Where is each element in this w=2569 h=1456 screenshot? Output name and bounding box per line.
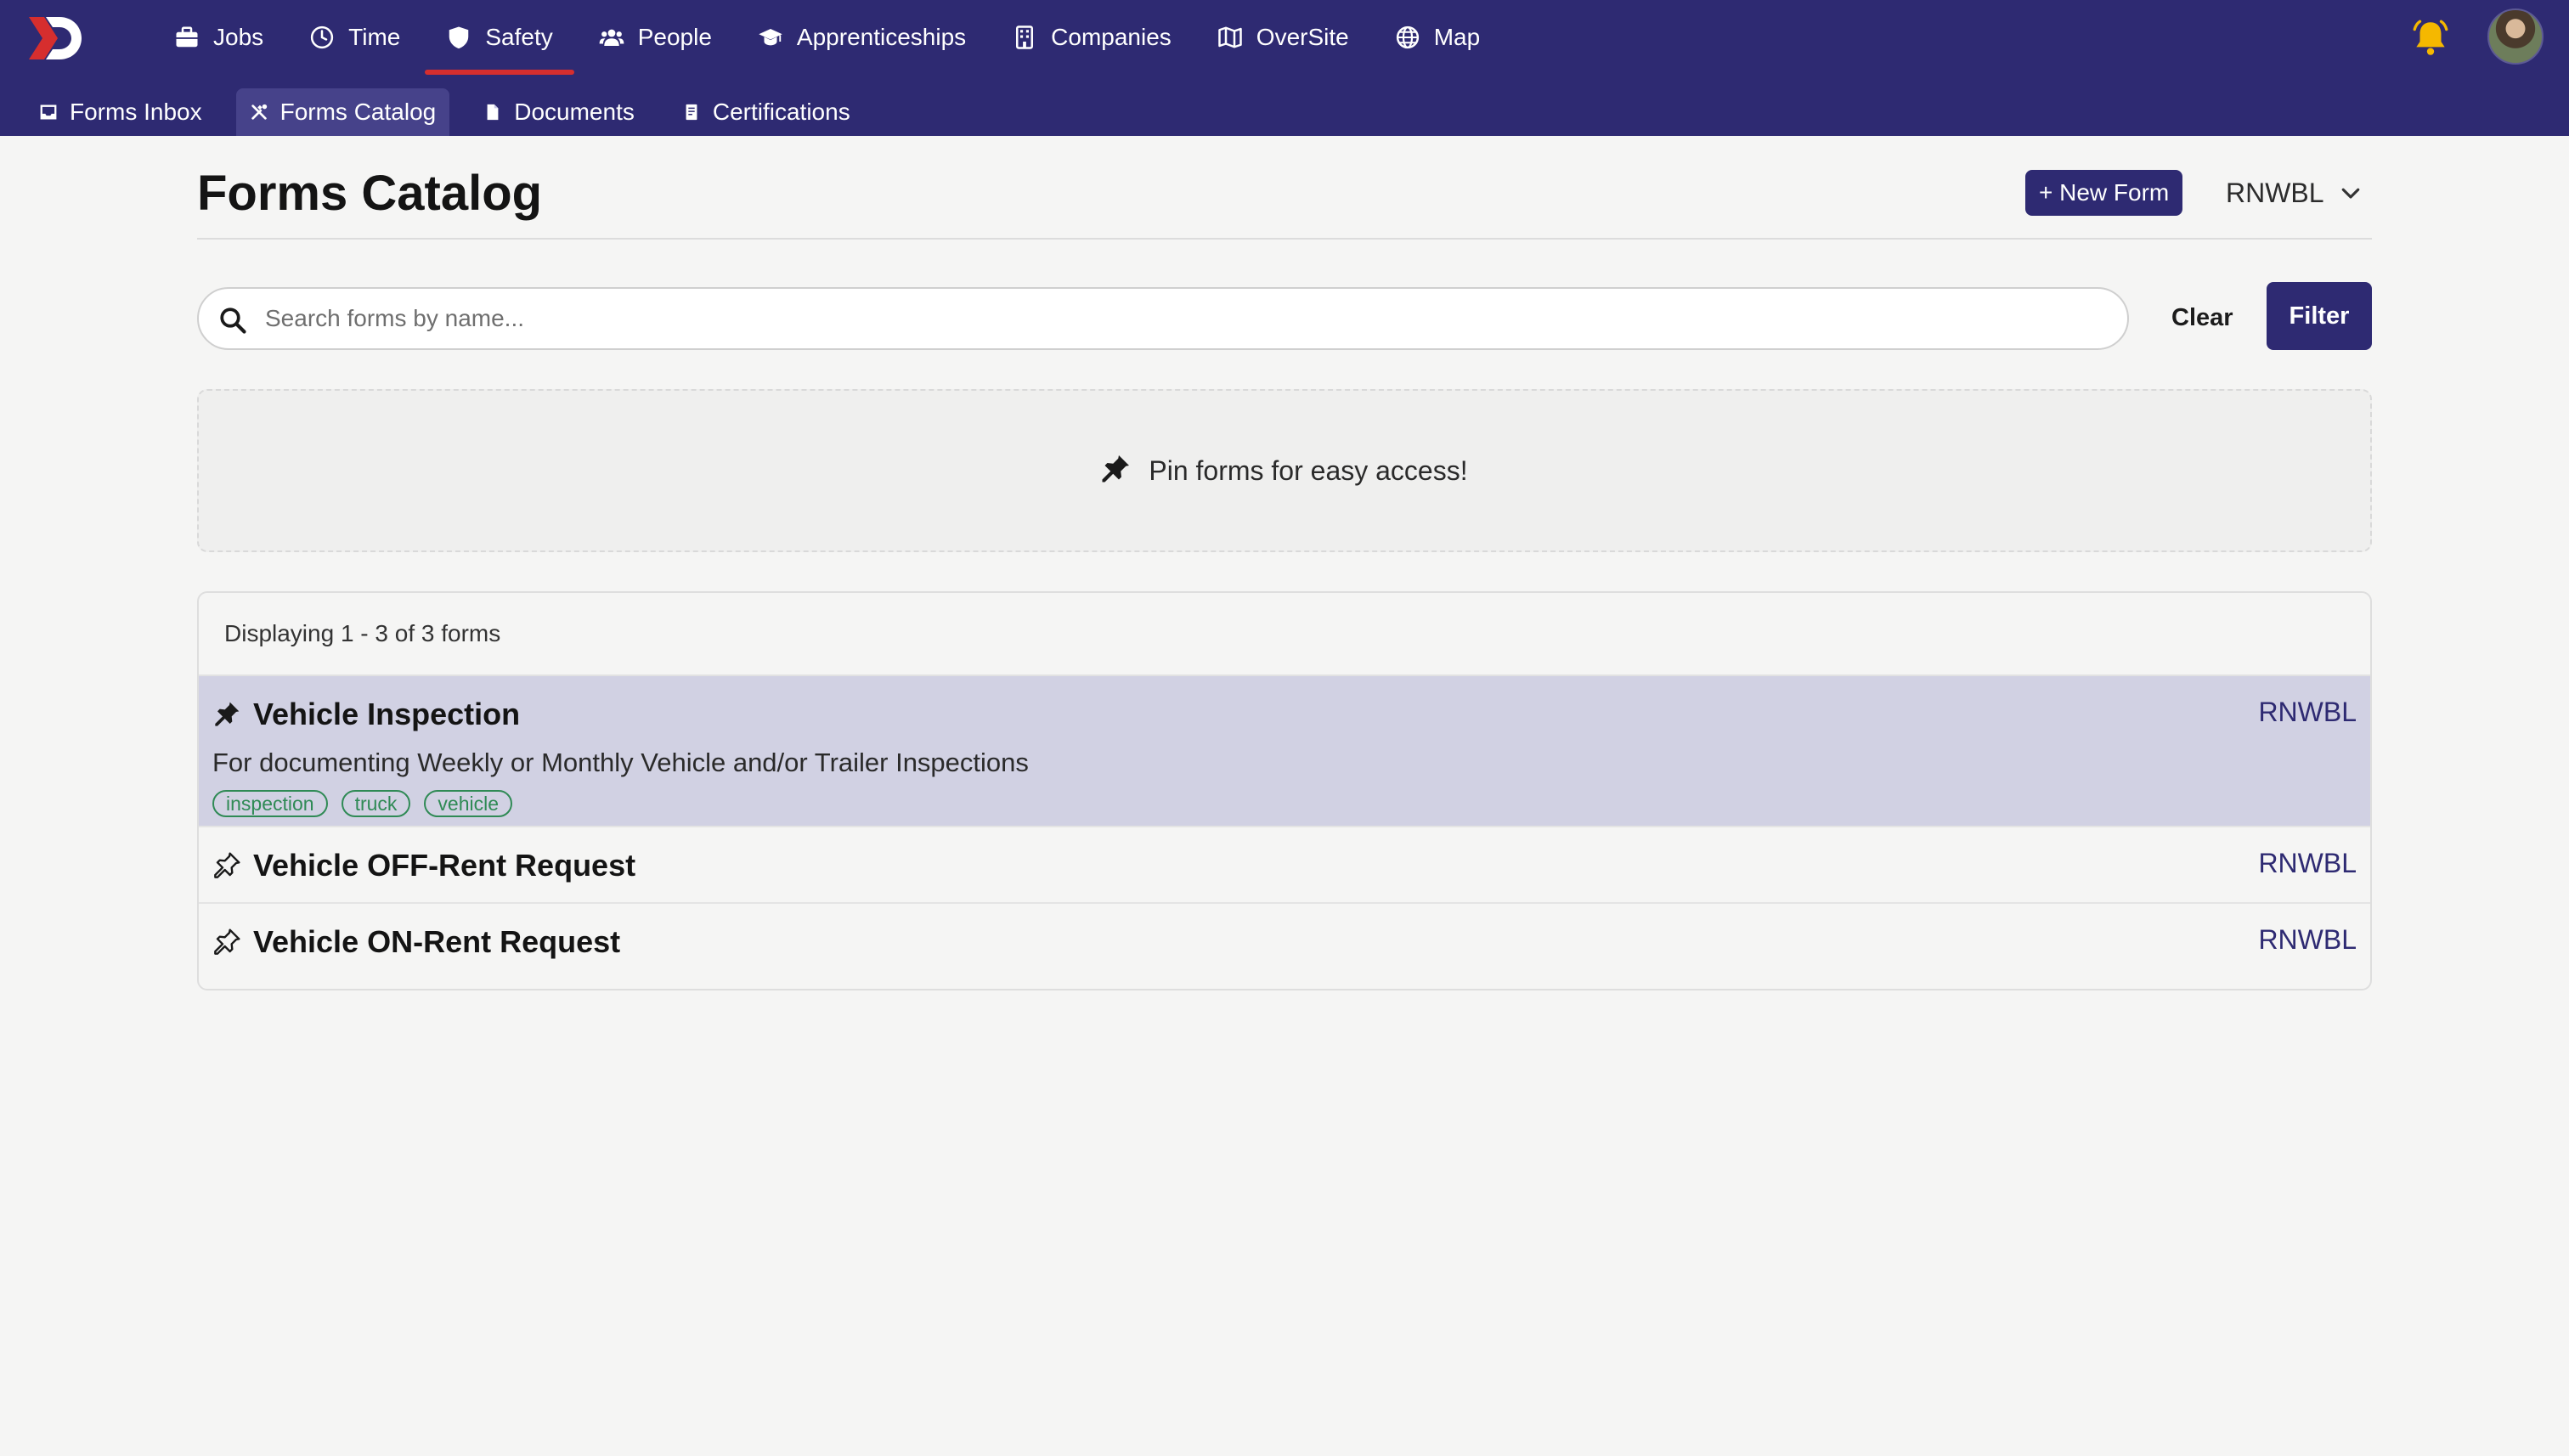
globe-icon (1395, 25, 1420, 50)
people-icon (599, 25, 624, 50)
unpinned-icon[interactable] (214, 928, 241, 955)
user-avatar[interactable] (2487, 8, 2544, 65)
subnav-item-forms-inbox[interactable]: Forms Inbox (25, 88, 216, 136)
tag-truck: truck (341, 790, 411, 817)
subnav-item-label: Forms Inbox (70, 99, 202, 125)
tag-vehicle: vehicle (424, 790, 513, 817)
tag-inspection: inspection (212, 790, 328, 817)
map-book-icon (1217, 25, 1243, 50)
subnav-item-forms-catalog[interactable]: Forms Catalog (235, 88, 450, 136)
forms-list: Displaying 1 - 3 of 3 forms Vehicle Insp… (197, 591, 2372, 990)
new-form-button[interactable]: + New Form (2025, 170, 2183, 216)
form-org: RNWBL (2258, 697, 2357, 727)
page-title: Forms Catalog (197, 166, 543, 221)
form-tags: inspection truck vehicle (212, 790, 526, 817)
app-logo-icon[interactable] (25, 15, 85, 61)
tools-icon (250, 103, 268, 121)
main-nav: Jobs Time Safety People Apprenticeships (153, 0, 1505, 75)
inbox-icon (39, 103, 58, 121)
form-name[interactable]: Vehicle ON-Rent Request (253, 924, 620, 960)
sub-nav: Forms Inbox Forms Catalog Documents Cert… (25, 88, 884, 136)
org-selector-value: RNWBL (2226, 177, 2324, 208)
filter-button[interactable]: Filter (2267, 282, 2372, 350)
form-row-vehicle-on-rent[interactable]: Vehicle ON-Rent Request RNWBL (199, 904, 2370, 980)
subnav-item-documents[interactable]: Documents (470, 88, 648, 136)
org-selector[interactable]: RNWBL (2226, 170, 2363, 216)
pin-banner-text: Pin forms for easy access! (1149, 454, 1468, 486)
notification-bell-icon[interactable] (2409, 17, 2452, 59)
search-row: Clear Filter (197, 240, 2372, 387)
nav-item-label: OverSite (1256, 24, 1349, 50)
chevron-down-icon (2341, 188, 2359, 199)
nav-item-label: Companies (1051, 24, 1172, 50)
briefcase-icon (174, 25, 200, 50)
top-navigation-bar: Jobs Time Safety People Apprenticeships (0, 0, 2569, 136)
nav-item-label: Time (348, 24, 401, 50)
page-header: Forms Catalog + New Form RNWBL (197, 136, 2372, 240)
nav-item-jobs[interactable]: Jobs (153, 0, 285, 75)
unpinned-icon[interactable] (214, 851, 241, 878)
form-org: RNWBL (2258, 848, 2357, 878)
subnav-item-label: Forms Catalog (279, 99, 437, 125)
search-box (197, 287, 2129, 350)
nav-item-label: Apprenticeships (796, 24, 967, 50)
pinned-icon[interactable] (214, 700, 241, 727)
nav-item-safety[interactable]: Safety (425, 0, 575, 75)
clock-icon (309, 25, 335, 50)
nav-item-map[interactable]: Map (1374, 0, 1501, 75)
form-name[interactable]: Vehicle OFF-Rent Request (253, 848, 635, 883)
subnav-item-certifications[interactable]: Certifications (669, 88, 864, 136)
subnav-item-label: Documents (514, 99, 635, 125)
nav-item-people[interactable]: People (578, 0, 733, 75)
nav-item-label: People (637, 24, 712, 50)
main-content: Forms Catalog + New Form RNWBL Clear Fil… (197, 136, 2372, 387)
document-icon (483, 103, 502, 121)
nav-item-label: Map (1433, 24, 1481, 50)
form-row-vehicle-inspection[interactable]: Vehicle Inspection RNWBL For documenting… (199, 676, 2370, 827)
search-icon (220, 308, 246, 334)
nav-item-apprenticeships[interactable]: Apprenticeships (737, 0, 987, 75)
certificate-icon (682, 103, 701, 121)
nav-item-companies[interactable]: Companies (991, 0, 1193, 75)
form-row-vehicle-off-rent[interactable]: Vehicle OFF-Rent Request RNWBL (199, 827, 2370, 904)
results-count: Displaying 1 - 3 of 3 forms (199, 593, 2370, 676)
clear-button[interactable]: Clear (2158, 284, 2247, 352)
form-org: RNWBL (2258, 924, 2357, 955)
form-description: For documenting Weekly or Monthly Vehicl… (212, 748, 1029, 777)
pin-banner: Pin forms for easy access! (197, 389, 2372, 552)
building-icon (1012, 25, 1037, 50)
pin-icon (1102, 455, 1130, 483)
nav-item-time[interactable]: Time (288, 0, 421, 75)
form-name[interactable]: Vehicle Inspection (253, 697, 520, 732)
shield-icon (446, 25, 471, 50)
graduation-cap-icon (758, 25, 783, 50)
search-input[interactable] (265, 289, 2109, 348)
subnav-item-label: Certifications (712, 99, 850, 125)
nav-item-label: Jobs (213, 24, 264, 50)
nav-item-oversite[interactable]: OverSite (1196, 0, 1370, 75)
nav-item-label: Safety (485, 24, 553, 50)
